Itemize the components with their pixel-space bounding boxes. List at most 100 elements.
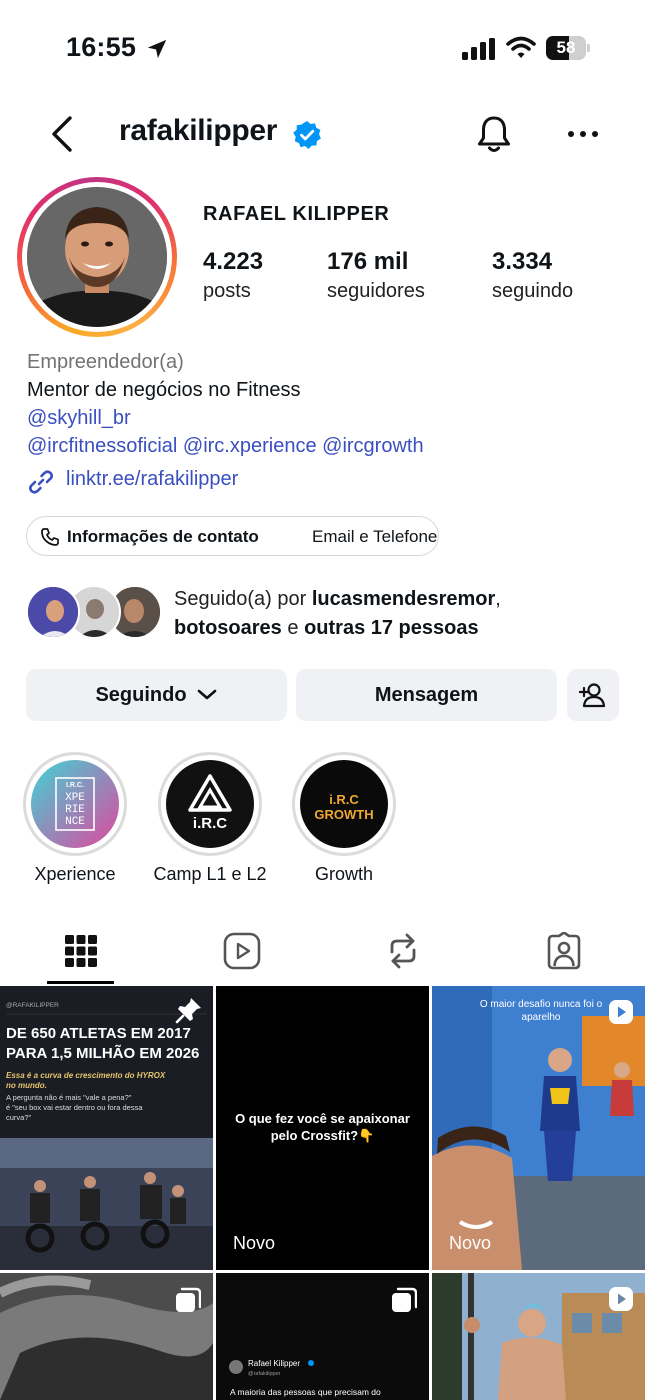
link-url[interactable]: linktr.ee/rafakilipper — [66, 468, 238, 491]
add-person-icon — [579, 683, 606, 708]
profile-full-name: RAFAEL KILIPPER — [203, 203, 390, 225]
tab-reposts[interactable] — [322, 920, 483, 982]
post-tile[interactable]: O que fez você se apaixonar pelo Crossfi… — [216, 986, 429, 1270]
cellular-signal-icon — [462, 38, 495, 60]
post1-sub2: A pergunta não é mais "vale a pena?" é "… — [6, 1093, 145, 1122]
message-button-label: Mensagem — [374, 683, 479, 706]
chevron-down-icon — [197, 689, 216, 700]
mutual-followers-avatars[interactable] — [26, 585, 162, 639]
reel-icon — [609, 1000, 633, 1024]
profile-avatar[interactable] — [27, 187, 167, 327]
story-ring[interactable] — [17, 177, 177, 337]
growth-logo-top: i.R.C — [329, 792, 359, 807]
stat-posts-value: 4.223 — [203, 248, 264, 275]
xperience-logo-top: I.R.C. — [66, 782, 84, 789]
highlight-camp-cover: i.R.C — [166, 760, 254, 848]
highlight-growth[interactable]: i.R.C GROWTH Growth — [291, 752, 397, 885]
verified-badge-icon — [293, 121, 321, 149]
followed-by-user-2[interactable]: botosoares — [174, 617, 282, 639]
battery-percent: 58 — [556, 38, 576, 57]
carousel-icon — [176, 1287, 201, 1312]
xperience-logo-line: RIE — [65, 804, 85, 816]
stat-posts-label: posts — [203, 280, 251, 302]
more-options-icon[interactable] — [566, 120, 600, 148]
followed-by-text[interactable]: Seguido(a) por lucasmendesremor, botosoa… — [174, 585, 614, 643]
post-tile[interactable] — [432, 1273, 645, 1400]
xperience-logo-line: XPE — [65, 792, 85, 804]
followed-by-others[interactable]: outras 17 pessoas — [304, 617, 479, 639]
notification-bell-icon[interactable] — [474, 113, 514, 155]
bio-mentions-irc[interactable]: @ircfitnessoficial @irc.xperience @ircgr… — [27, 432, 627, 460]
mutual-avatar — [26, 585, 80, 639]
wifi-icon — [506, 36, 536, 58]
stat-following-value: 3.334 — [492, 248, 553, 275]
highlight-camp-label: Camp L1 e L2 — [153, 864, 267, 884]
post-tile[interactable]: O maior desafio nunca foi o aparelho Nov… — [432, 986, 645, 1270]
suggested-people-button[interactable] — [567, 669, 619, 721]
post1-handle: @RAFAKILIPPER — [6, 1002, 59, 1009]
highlight-camp[interactable]: i.R.C Camp L1 e L2 — [153, 752, 267, 885]
post5-handle: @rafakilipper — [248, 1371, 281, 1377]
highlight-growth-cover: i.R.C GROWTH — [300, 760, 388, 848]
post3-caption: O maior desafio nunca foi o aparelho — [479, 999, 603, 1023]
post-tile[interactable]: @RAFAKILIPPER DE 650 ATLETAS EM 2017 PAR… — [0, 986, 213, 1270]
following-button-label: Seguindo — [95, 683, 187, 706]
tab-posts-grid[interactable] — [0, 920, 161, 982]
reels-play-icon — [223, 932, 260, 970]
profile-category: Empreendedor(a) — [27, 351, 184, 373]
post2-text: O que fez você se apaixonar pelo Crossfi… — [235, 1111, 410, 1143]
following-button[interactable]: Seguindo — [26, 669, 287, 721]
highlight-xperience-cover: I.R.C. XPE RIE NCE — [31, 760, 119, 848]
post5-name: Rafael Kilipper — [248, 1359, 300, 1368]
stat-following-label: seguindo — [492, 280, 574, 302]
post5-text: A maioria das pessoas que precisam do — [230, 1387, 381, 1397]
profile-username: rafakilipper — [119, 114, 278, 147]
highlight-xperience-label: Xperience — [34, 864, 116, 884]
contact-info-label: Informações de contato — [67, 527, 259, 546]
grid-icon — [64, 935, 97, 967]
message-button[interactable]: Mensagem — [296, 669, 557, 721]
post1-sub1: Essa é a curva de crescimento do HYROX n… — [6, 1071, 167, 1090]
bio-text: Mentor de negócios no Fitness — [27, 379, 301, 401]
repost-icon — [390, 933, 415, 969]
clock-time: 16:55 — [66, 32, 137, 62]
followed-by-and: e — [281, 617, 305, 639]
carousel-icon — [392, 1287, 417, 1312]
link-chain-icon — [28, 470, 54, 494]
profile-content-tabs — [0, 920, 645, 986]
followed-by-comma: , — [495, 588, 501, 610]
stat-following[interactable]: 3.334 seguindo — [492, 248, 573, 303]
stat-followers-label: seguidores — [327, 280, 425, 302]
reel-icon — [609, 1287, 633, 1311]
post1-headline: DE 650 ATLETAS EM 2017 PARA 1,5 MILHÃO E… — [6, 1025, 199, 1062]
profile-bio: Empreendedor(a) Mentor de negócios no Fi… — [27, 348, 627, 460]
status-bar: 16:55 58 — [0, 0, 645, 96]
back-chevron-icon[interactable] — [44, 112, 84, 156]
pinned-icon — [175, 998, 201, 1024]
bio-mention-skyhill[interactable]: @skyhill_br — [27, 404, 627, 432]
tab-tagged[interactable] — [483, 920, 644, 982]
contact-info-detail: Email e Telefone — [312, 527, 438, 546]
battery-indicator: 58 — [546, 36, 590, 60]
followed-by-prefix: Seguido(a) por — [174, 588, 312, 610]
stat-followers-value: 176 mil — [327, 248, 409, 275]
new-badge: Novo — [233, 1233, 276, 1253]
active-tab-indicator — [47, 981, 114, 984]
post-tile[interactable] — [0, 1273, 213, 1400]
highlight-xperience[interactable]: I.R.C. XPE RIE NCE Xperience — [22, 752, 128, 885]
followed-by-user-1[interactable]: lucasmendesremor — [312, 588, 495, 610]
posts-grid: @RAFAKILIPPER DE 650 ATLETAS EM 2017 PAR… — [0, 986, 645, 1400]
phone-icon — [41, 528, 59, 546]
camp-logo-text: i.R.C — [193, 815, 227, 832]
profile-header: rafakilipper — [0, 100, 645, 166]
stat-followers[interactable]: 176 mil seguidores — [327, 248, 425, 303]
tagged-person-icon — [547, 932, 580, 970]
xperience-logo-line: NCE — [65, 816, 85, 828]
post-tile[interactable]: Rafael Kilipper @rafakilipper A maioria … — [216, 1273, 429, 1400]
new-badge: Novo — [449, 1233, 492, 1253]
highlight-growth-label: Growth — [314, 864, 374, 884]
stat-posts: 4.223 posts — [203, 248, 263, 303]
contact-info-button[interactable]: Informações de contato Email e Telefone — [26, 516, 439, 556]
tab-reels[interactable] — [161, 920, 322, 982]
location-arrow-icon — [147, 39, 167, 59]
